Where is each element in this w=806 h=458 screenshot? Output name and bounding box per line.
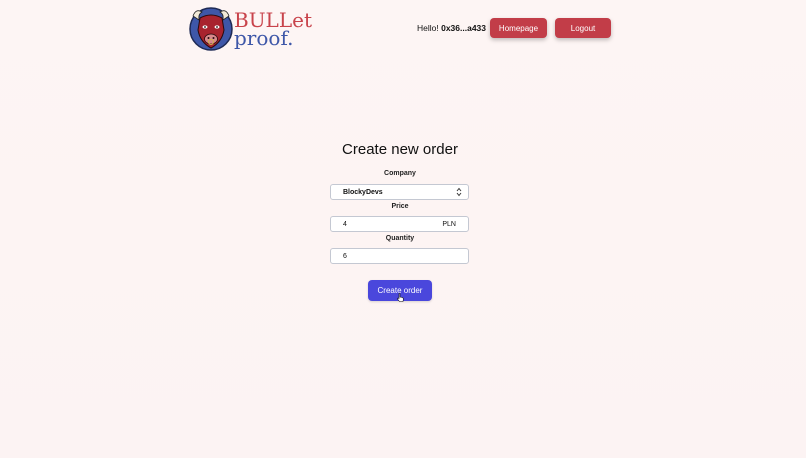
price-input[interactable]: 4 PLN bbox=[330, 216, 469, 232]
page-title: Create new order bbox=[342, 141, 458, 158]
user-greeting: Hello! 0x36...a433 bbox=[417, 23, 486, 33]
price-value: 4 bbox=[343, 220, 347, 228]
price-currency: PLN bbox=[442, 220, 456, 228]
price-label: Price bbox=[391, 203, 409, 210]
company-selected-value: BlockyDevs bbox=[343, 188, 383, 196]
logout-button[interactable]: Logout bbox=[555, 18, 611, 38]
greeting-prefix: Hello! bbox=[417, 23, 442, 33]
wallet-address: 0x36...a433 bbox=[441, 23, 486, 33]
quantity-input[interactable]: 6 bbox=[330, 248, 469, 264]
quantity-value: 6 bbox=[343, 252, 347, 260]
homepage-button[interactable]: Homepage bbox=[490, 18, 547, 38]
hand-pointer-icon bbox=[397, 293, 404, 302]
logo: BULLet proof. bbox=[188, 6, 312, 52]
company-label: Company bbox=[384, 170, 416, 177]
bull-head-icon bbox=[189, 7, 233, 51]
company-select[interactable]: BlockyDevs bbox=[330, 184, 469, 200]
logo-text-line2: proof. bbox=[234, 26, 294, 50]
chevron-up-down-icon bbox=[456, 187, 462, 197]
quantity-label: Quantity bbox=[385, 235, 415, 242]
